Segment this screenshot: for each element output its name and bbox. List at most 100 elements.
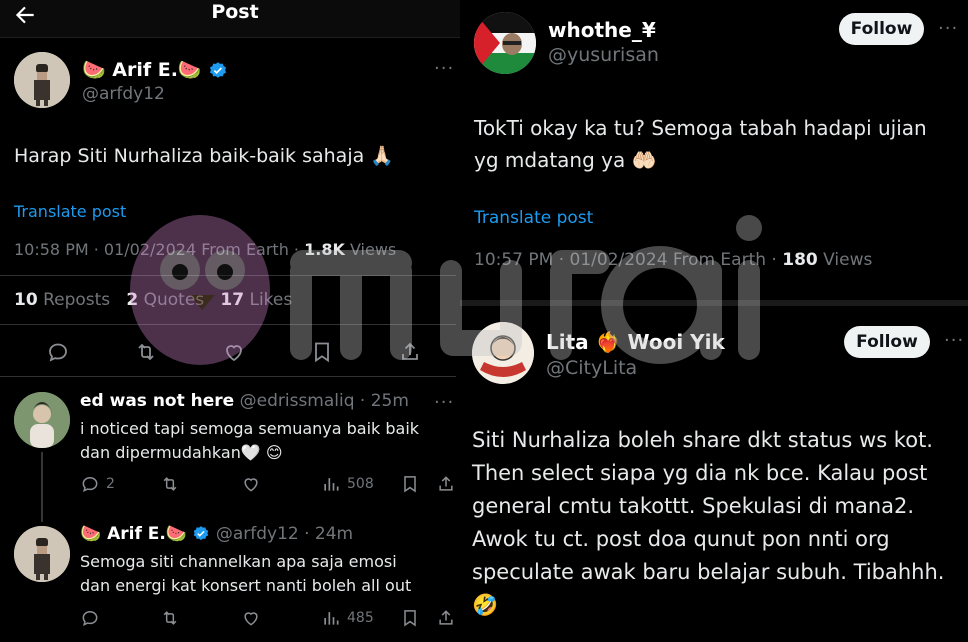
post-text-line: general cmtu takottt. Spekulasi di mana2… — [472, 494, 915, 518]
post-metadata: 10:57 PM · 01/02/2024 From Earth · 180 V… — [474, 250, 872, 270]
avatar-image-icon — [14, 526, 70, 582]
likes-label: Likes — [244, 290, 293, 310]
reply-icon — [82, 476, 98, 493]
translate-post-link[interactable]: Translate post — [474, 208, 593, 228]
avatar[interactable] — [14, 526, 70, 582]
bookmark-button[interactable] — [400, 608, 420, 628]
reply-button[interactable] — [80, 608, 100, 628]
like-button[interactable] — [241, 474, 261, 494]
repost-icon — [138, 343, 154, 361]
avatar[interactable] — [14, 52, 70, 108]
post-text-line: Siti Nurhaliza boleh share dkt status ws… — [472, 428, 933, 452]
avatar[interactable] — [14, 392, 70, 448]
share-icon — [439, 476, 453, 491]
reply-count: 2 — [106, 476, 115, 492]
post-metadata: 10:58 PM · 01/02/2024 From Earth · 1.8K … — [14, 240, 396, 259]
bookmark-button[interactable] — [400, 474, 420, 494]
analytics-icon — [324, 612, 339, 625]
post-text-line: Awok tu ct. post doa qunut pon nnti org — [472, 527, 890, 551]
post-timestamp[interactable]: 10:58 PM · 01/02/2024 From Earth · — [14, 240, 304, 259]
avatar[interactable] — [472, 322, 534, 384]
verified-badge-icon — [210, 61, 227, 78]
post-text-line: 🤣 — [472, 593, 499, 617]
quotes-label: Quotes — [138, 290, 205, 310]
post-text: Harap Siti Nurhaliza baik-baik sahaja 🙏🏻 — [14, 145, 394, 167]
reply-handle-time[interactable]: @edrissmaliq · 25m — [240, 391, 409, 411]
share-button[interactable] — [398, 340, 422, 364]
avatar-image-icon — [14, 52, 70, 108]
heart-icon — [244, 478, 258, 492]
bookmark-button[interactable] — [310, 340, 334, 364]
views-label: Views — [344, 240, 397, 259]
reply-author-name[interactable]: 🍉 Arif E.🍉 — [80, 524, 187, 544]
reply-text-line: Semoga siti channelkan apa saja emosi — [80, 552, 397, 571]
more-options-icon[interactable]: ··· — [938, 18, 958, 39]
reply-icon — [82, 610, 98, 627]
author-name[interactable]: whothe_¥ — [548, 18, 656, 42]
reply-button[interactable] — [46, 340, 70, 364]
author-handle[interactable]: @arfdy12 — [82, 84, 165, 104]
translate-post-link[interactable]: Translate post — [14, 202, 126, 221]
author-handle[interactable]: @CityLita — [546, 357, 637, 379]
reposts-count: 10 — [14, 290, 38, 310]
post-text: Siti Nurhaliza boleh share dkt status ws… — [472, 424, 944, 622]
share-icon — [439, 610, 453, 625]
post-timestamp[interactable]: 10:57 PM · 01/02/2024 From Earth · — [474, 250, 782, 270]
thread-line — [41, 452, 43, 522]
author-name[interactable]: Lita ❤️‍🔥 Wooi Yik — [546, 330, 725, 354]
reply-text: Semoga siti channelkan apa saja emosi da… — [80, 550, 411, 598]
reply-handle-time[interactable]: @arfdy12 · 24m — [216, 524, 353, 544]
reply-icon — [49, 343, 67, 362]
reply-text: i noticed tapi semoga semuanya baik baik… — [80, 417, 419, 465]
bookmark-icon — [315, 342, 329, 363]
bookmark-icon — [404, 610, 416, 627]
divider — [0, 275, 456, 276]
post-text: TokTi okay ka tu? Semoga tabah hadapi uj… — [474, 112, 927, 176]
likes-stat[interactable]: 17 Likes — [220, 290, 292, 310]
repost-button[interactable] — [134, 340, 158, 364]
post-text-line: speculate awak baru belajar subuh. Tibah… — [472, 560, 945, 584]
likes-count: 17 — [220, 290, 245, 310]
follow-button[interactable]: Follow — [844, 326, 930, 358]
like-button[interactable] — [241, 608, 261, 628]
verified-badge-icon — [194, 526, 209, 541]
quotes-stat[interactable]: 2 Quotes — [126, 290, 204, 310]
reposts-stat[interactable]: 10 Reposts — [14, 290, 110, 310]
views-button[interactable]: 508 — [321, 474, 374, 494]
reply-text-line: dan energi kat konsert nanti boleh all o… — [80, 576, 412, 595]
right-bottom-post-panel: Lita ❤️‍🔥 Wooi Yik @CityLita Follow ··· … — [460, 306, 968, 642]
avatar-image-icon — [472, 322, 534, 384]
bookmark-icon — [404, 476, 416, 493]
analytics-icon — [324, 478, 339, 491]
share-icon — [402, 342, 418, 360]
view-count: 485 — [347, 610, 374, 626]
more-options-icon[interactable]: ··· — [434, 392, 454, 413]
views-button[interactable]: 485 — [321, 608, 374, 628]
share-button[interactable] — [436, 608, 456, 628]
page-title: Post — [211, 1, 259, 23]
reply-text-line: i noticed tapi semoga semuanya baik baik — [80, 419, 420, 438]
repost-button[interactable] — [160, 474, 180, 494]
like-button[interactable] — [222, 340, 246, 364]
avatar[interactable] — [474, 12, 536, 74]
author-name[interactable]: 🍉 Arif E.🍉 — [82, 59, 202, 81]
heart-icon — [244, 612, 258, 626]
engagement-stats: 10 Reposts 2 Quotes 17 Likes — [14, 290, 292, 310]
share-button[interactable] — [436, 474, 456, 494]
divider — [0, 324, 456, 325]
more-options-icon[interactable]: ··· — [434, 58, 454, 79]
author-handle[interactable]: @yusurisan — [548, 44, 659, 66]
reposts-label: Reposts — [37, 290, 111, 310]
repost-button[interactable] — [160, 608, 180, 628]
repost-icon — [163, 477, 177, 491]
avatar-image-icon — [474, 12, 536, 74]
follow-button[interactable]: Follow — [839, 13, 924, 45]
view-count: 508 — [347, 476, 374, 492]
post-text-line: TokTi okay ka tu? Semoga tabah hadapi uj… — [474, 116, 927, 140]
reply-header: 🍉 Arif E.🍉 @arfdy12 · 24m — [80, 524, 353, 544]
post-text-line: yg mdatang ya 🤲🏻 — [474, 148, 657, 172]
reply-author-name[interactable]: ed was not here — [80, 391, 234, 411]
reply-button[interactable]: 2 — [80, 474, 115, 494]
more-options-icon[interactable]: ··· — [944, 330, 964, 351]
reply-header: ed was not here @edrissmaliq · 25m — [80, 391, 409, 411]
